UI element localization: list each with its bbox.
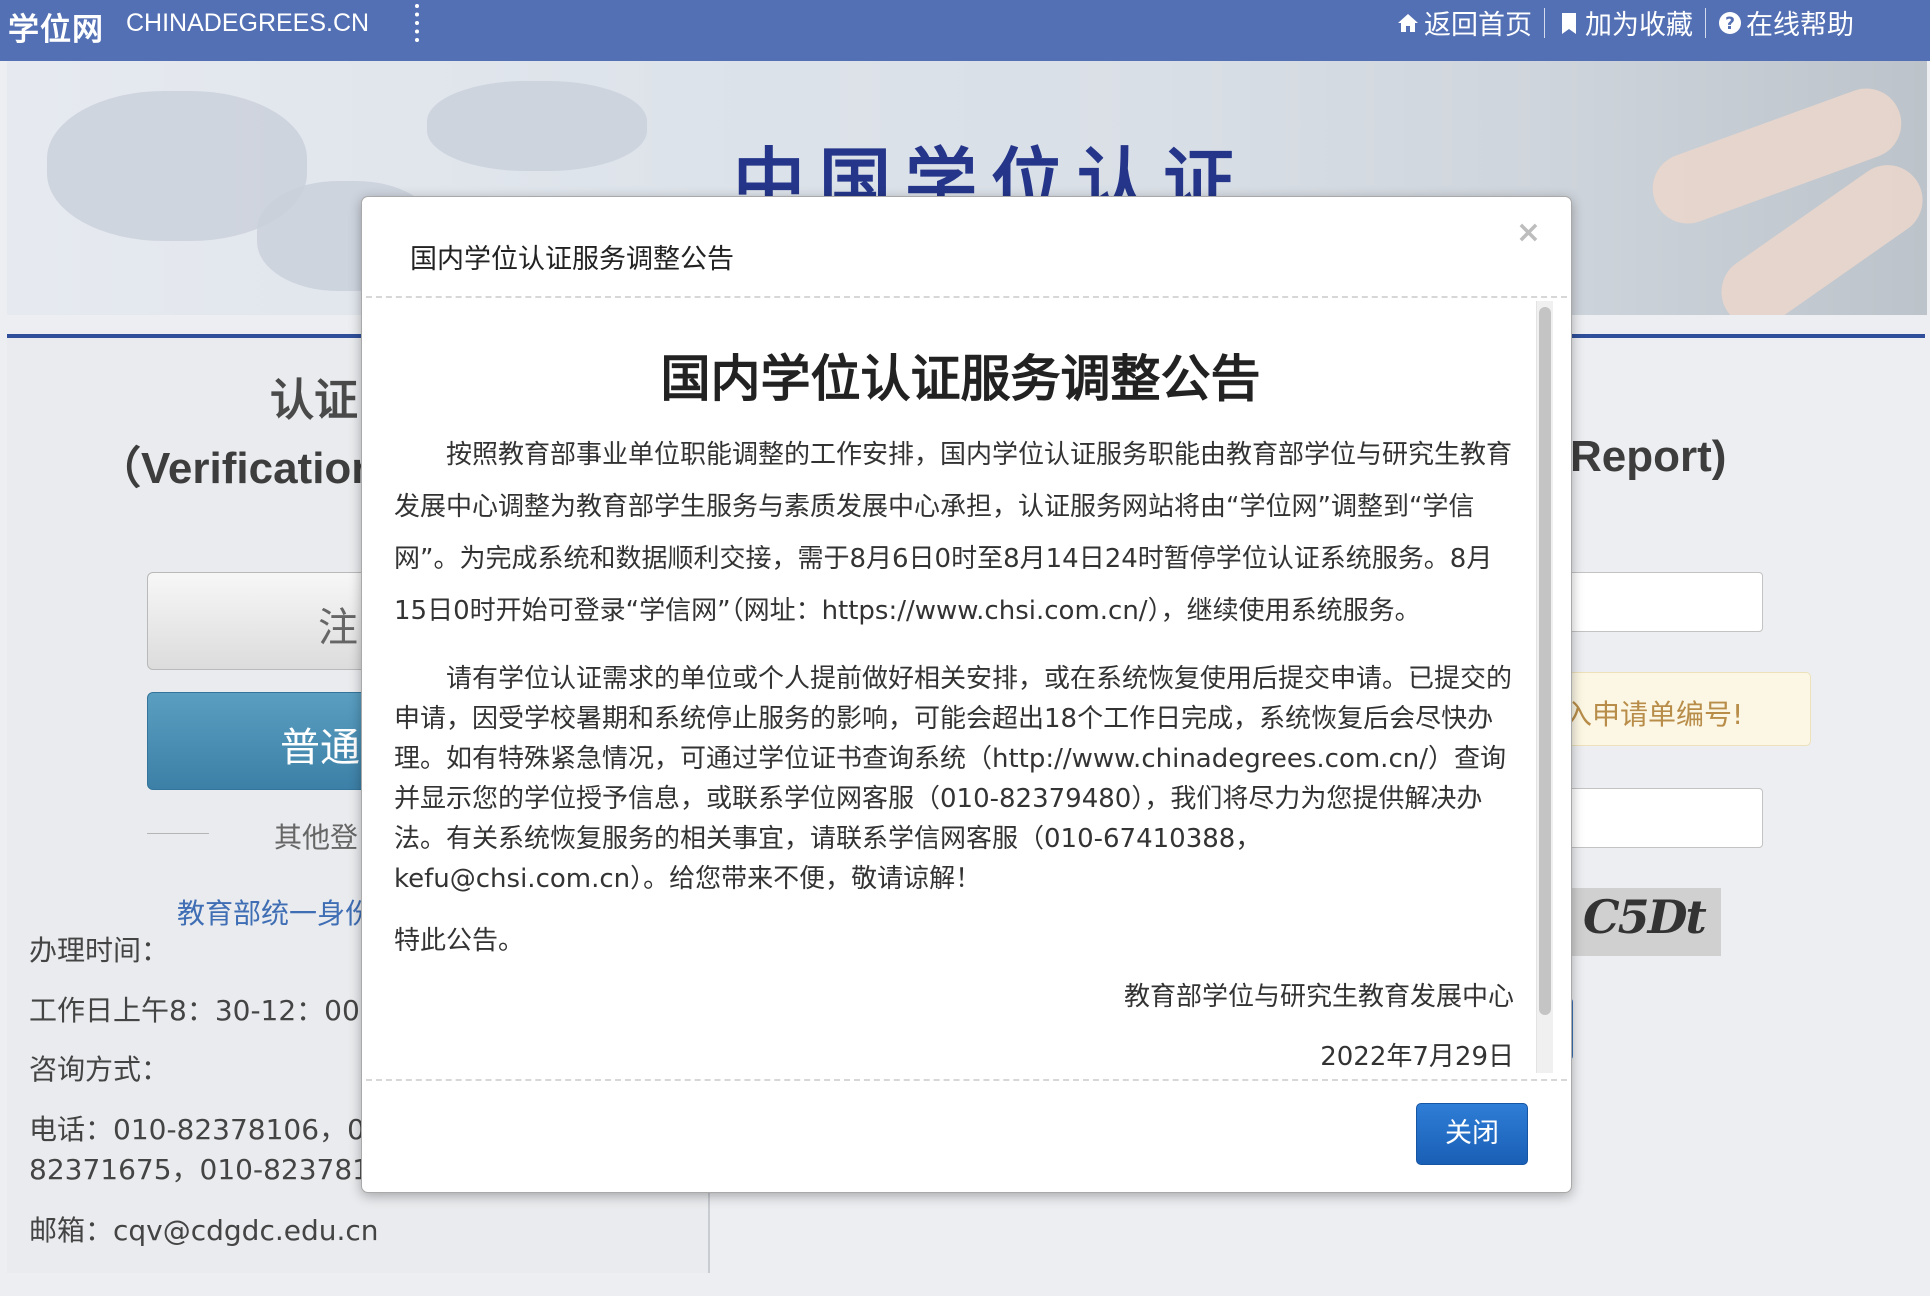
notice-title: 国内学位认证服务调整公告 (660, 350, 1261, 408)
modal-overlay: 国内学位认证服务调整公告 × 国内学位认证服务调整公告 按照教育部事业单位职能调… (0, 0, 1930, 1296)
notice-paragraph-2-text: 请有学位认证需求的单位或个人提前做好相关安排，或在系统恢复使用后提交申请。已提交… (394, 664, 1513, 894)
dialog-footer-divider (366, 1079, 1567, 1081)
notice-signer: 教育部学位与研究生教育发展中心 (1123, 982, 1514, 1012)
dialog-title: 国内学位认证服务调整公告 (410, 244, 734, 275)
dialog-header-divider (366, 296, 1567, 298)
notice-paragraph-1-text: 按照教育部事业单位职能调整的工作安排，国内学位认证服务职能由教育部学位与研究生教… (394, 440, 1513, 626)
notice-date: 2022年7月29日 (1320, 1042, 1514, 1072)
close-icon[interactable]: × (1516, 215, 1541, 250)
dialog-body: 国内学位认证服务调整公告 按照教育部事业单位职能调整的工作安排，国内学位认证服务… (394, 301, 1527, 1073)
dialog-scrollbar-thumb[interactable] (1539, 307, 1551, 1015)
notice-paragraph-3: 特此公告。 (394, 926, 525, 956)
notice-paragraph-1: 按照教育部事业单位职能调整的工作安排，国内学位认证服务职能由教育部学位与研究生教… (394, 429, 1514, 637)
notice-paragraph-2: 请有学位认证需求的单位或个人提前做好相关安排，或在系统恢复使用后提交申请。已提交… (394, 659, 1514, 899)
close-button[interactable]: 关闭 (1416, 1103, 1528, 1165)
notice-dialog: 国内学位认证服务调整公告 × 国内学位认证服务调整公告 按照教育部事业单位职能调… (361, 196, 1572, 1193)
